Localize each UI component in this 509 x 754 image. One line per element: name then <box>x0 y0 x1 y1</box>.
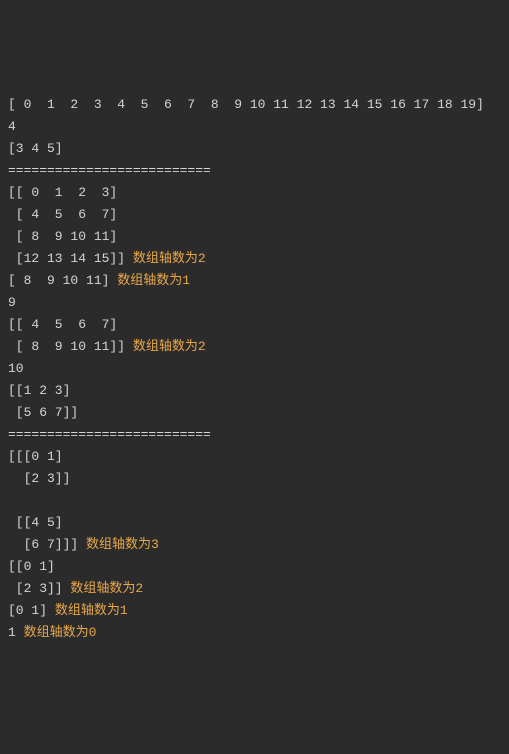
output-line: [ 8 9 10 11]] 数组轴数为2 <box>8 336 501 358</box>
output-line: 4 <box>8 116 501 138</box>
output-line: [ 8 9 10 11] 数组轴数为1 <box>8 270 501 292</box>
output-line: [[0 1] <box>8 556 501 578</box>
output-line: ========================== <box>8 160 501 182</box>
output-line: 9 <box>8 292 501 314</box>
axis-annotation: 数组轴数为2 <box>133 251 206 266</box>
output-line: [3 4 5] <box>8 138 501 160</box>
output-line: [6 7]]] 数组轴数为3 <box>8 534 501 556</box>
output-line: [0 1] 数组轴数为1 <box>8 600 501 622</box>
output-line: [[4 5] <box>8 512 501 534</box>
output-line: [5 6 7]] <box>8 402 501 424</box>
axis-annotation: 数组轴数为2 <box>70 581 143 596</box>
terminal-output: [ 0 1 2 3 4 5 6 7 8 9 10 11 12 13 14 15 … <box>8 94 501 644</box>
output-line: [[ 0 1 2 3] <box>8 182 501 204</box>
output-line <box>8 490 501 512</box>
output-line: [ 4 5 6 7] <box>8 204 501 226</box>
output-line: 10 <box>8 358 501 380</box>
output-line: ========================== <box>8 424 501 446</box>
output-line: [2 3]] 数组轴数为2 <box>8 578 501 600</box>
axis-annotation: 数组轴数为1 <box>55 603 128 618</box>
axis-annotation: 数组轴数为2 <box>133 339 206 354</box>
axis-annotation: 数组轴数为0 <box>24 625 97 640</box>
output-line: [12 13 14 15]] 数组轴数为2 <box>8 248 501 270</box>
output-line: [ 8 9 10 11] <box>8 226 501 248</box>
output-line: [2 3]] <box>8 468 501 490</box>
output-line: 1 数组轴数为0 <box>8 622 501 644</box>
output-line: [[[0 1] <box>8 446 501 468</box>
output-line: [ 0 1 2 3 4 5 6 7 8 9 10 11 12 13 14 15 … <box>8 94 501 116</box>
axis-annotation: 数组轴数为3 <box>86 537 159 552</box>
output-line: [[ 4 5 6 7] <box>8 314 501 336</box>
output-line: [[1 2 3] <box>8 380 501 402</box>
axis-annotation: 数组轴数为1 <box>117 273 190 288</box>
